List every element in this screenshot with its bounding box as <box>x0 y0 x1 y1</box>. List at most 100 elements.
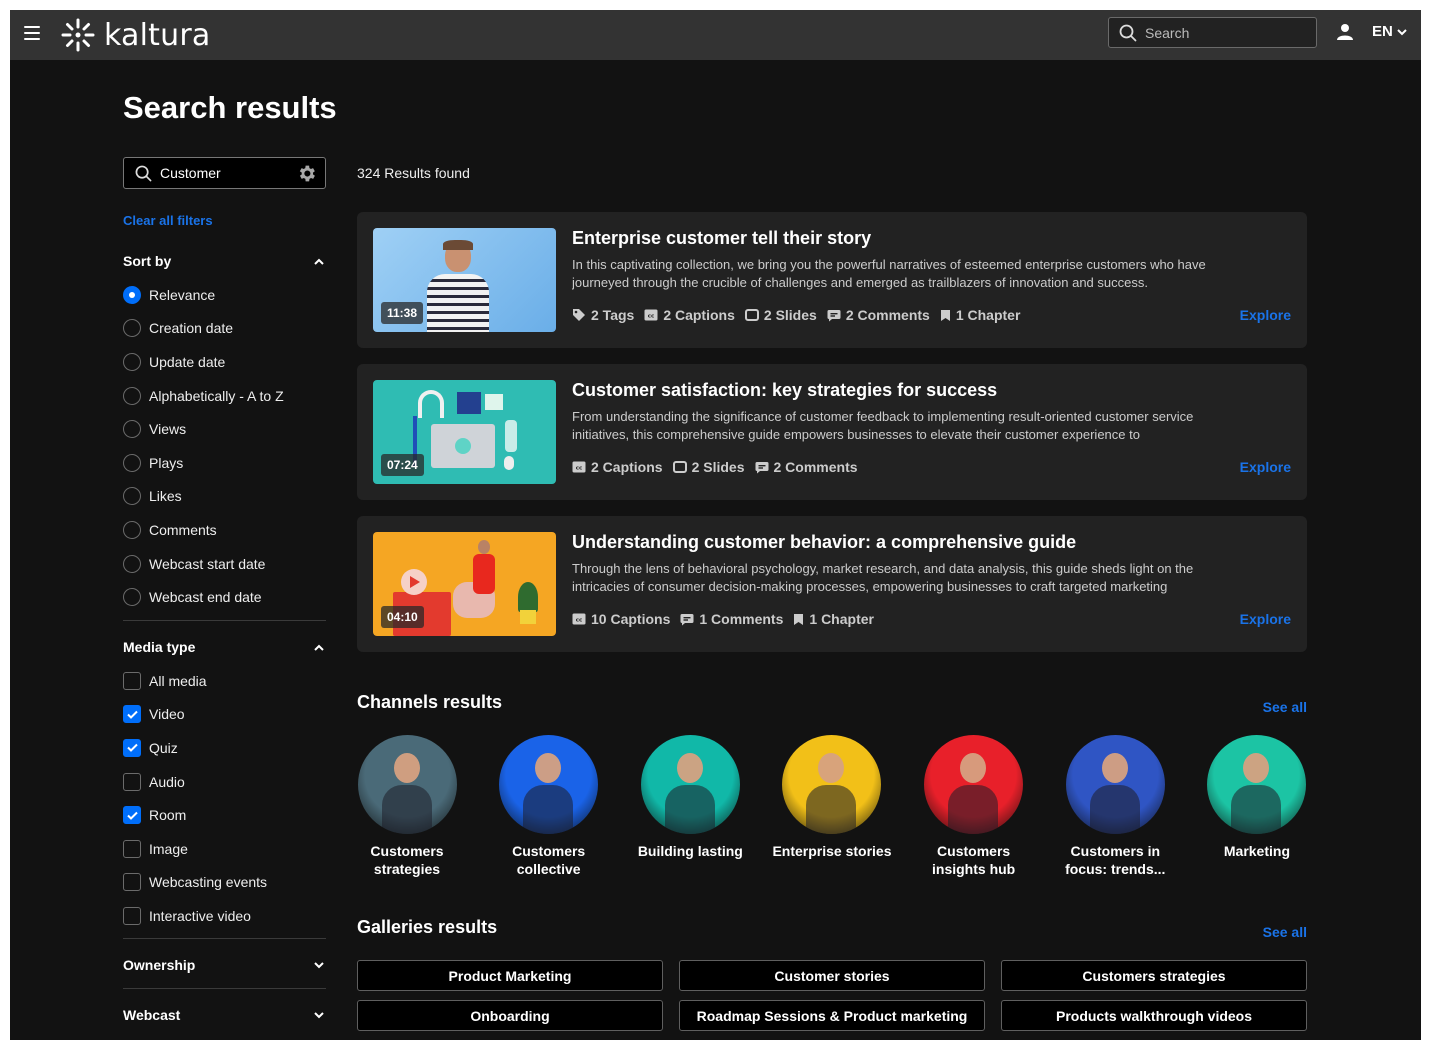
media-type-option-video[interactable]: Video <box>123 698 326 732</box>
media-type-option-webcasting-events[interactable]: Webcasting events <box>123 866 326 900</box>
radio[interactable] <box>123 453 141 472</box>
result-description: In this captivating collection, we bring… <box>572 257 1206 290</box>
radio[interactable] <box>123 554 141 573</box>
checkbox[interactable] <box>123 772 141 791</box>
sort-option-comments[interactable]: Comments <box>123 513 326 547</box>
media-type-option-all-media[interactable]: All media <box>123 664 326 698</box>
checkbox[interactable] <box>123 839 141 858</box>
channel-image[interactable] <box>924 735 1024 834</box>
sort-option-webcast-end[interactable]: Webcast end date <box>123 580 326 614</box>
channel-item[interactable]: Customers in focus: trends... <box>1065 735 1165 878</box>
result-title[interactable]: Understanding customer behavior: a compr… <box>572 532 1076 553</box>
media-type-option-image[interactable]: Image <box>123 832 326 866</box>
meta-slides[interactable]: 2 Slides <box>672 459 745 475</box>
language-selector[interactable]: EN <box>1372 23 1407 40</box>
sort-option-webcast-start[interactable]: Webcast start date <box>123 547 326 581</box>
global-search[interactable] <box>1108 17 1317 48</box>
ownership-header[interactable]: Ownership <box>123 955 326 975</box>
media-type-option-room[interactable]: Room <box>123 798 326 832</box>
explore-link[interactable]: Explore <box>1240 307 1291 323</box>
meta-chapter[interactable]: 1 Chapter <box>793 611 874 627</box>
radio[interactable] <box>123 520 141 539</box>
media-result-card[interactable]: 04:10 Understanding customer behavior: a … <box>357 516 1307 652</box>
sort-by-header[interactable]: Sort by <box>123 251 326 271</box>
checkbox-checked[interactable] <box>123 705 141 724</box>
filter-search-input[interactable] <box>160 165 290 181</box>
meta-text: 1 Chapter <box>809 611 874 627</box>
media-type-option-quiz[interactable]: Quiz <box>123 731 326 765</box>
checkbox[interactable] <box>123 873 141 892</box>
media-type-header[interactable]: Media type <box>123 637 326 657</box>
meta-tag[interactable]: 2 Tags <box>572 307 634 323</box>
channel-item[interactable]: Marketing <box>1207 735 1307 878</box>
gallery-button[interactable]: Roadmap Sessions & Product marketing <box>679 1000 985 1031</box>
sort-option-alphabetical[interactable]: Alphabetically - A to Z <box>123 379 326 413</box>
checkbox[interactable] <box>123 671 141 690</box>
meta-comments[interactable]: 1 Comments <box>680 611 783 627</box>
meta-comments[interactable]: 2 Comments <box>827 307 930 323</box>
sort-option-creation-date[interactable]: Creation date <box>123 312 326 346</box>
explore-link[interactable]: Explore <box>1240 459 1291 475</box>
chevron-down-icon <box>312 1008 326 1022</box>
radio[interactable] <box>123 386 141 405</box>
meta-captions[interactable]: cc 10 Captions <box>572 611 670 627</box>
sort-option-plays[interactable]: Plays <box>123 446 326 480</box>
radio[interactable] <box>123 319 141 338</box>
meta-chapter[interactable]: 1 Chapter <box>940 307 1020 323</box>
radio-selected[interactable] <box>123 285 141 304</box>
sort-option-likes[interactable]: Likes <box>123 480 326 514</box>
channel-image[interactable] <box>1207 735 1307 834</box>
channel-image[interactable] <box>782 735 882 834</box>
explore-link[interactable]: Explore <box>1240 611 1291 627</box>
kaltura-logo[interactable]: kaltura <box>60 17 210 53</box>
filter-search[interactable] <box>123 157 326 189</box>
result-title[interactable]: Enterprise customer tell their story <box>572 228 871 249</box>
media-result-card[interactable]: 11:38 Enterprise customer tell their stor… <box>357 212 1307 348</box>
sort-option-update-date[interactable]: Update date <box>123 345 326 379</box>
radio[interactable] <box>123 588 141 607</box>
sort-option-views[interactable]: Views <box>123 412 326 446</box>
channels-see-all-link[interactable]: See all <box>1263 699 1307 715</box>
user-icon[interactable] <box>1336 23 1354 46</box>
channel-image[interactable] <box>1065 735 1165 834</box>
media-result-card[interactable]: 07:24 Customer satisfaction: key strategi… <box>357 364 1307 500</box>
gallery-button[interactable]: Customers strategies <box>1001 960 1307 991</box>
clear-all-filters-link[interactable]: Clear all filters <box>123 213 213 228</box>
channel-image[interactable] <box>640 735 740 834</box>
meta-captions[interactable]: cc 2 Captions <box>644 307 735 323</box>
channel-item[interactable]: Customers collective <box>499 735 599 878</box>
webcast-header[interactable]: Webcast <box>123 1005 326 1025</box>
radio[interactable] <box>123 352 141 371</box>
meta-slides[interactable]: 2 Slides <box>744 307 817 323</box>
captions-icon: cc <box>644 309 658 321</box>
video-thumbnail[interactable]: 07:24 <box>373 380 556 484</box>
media-type-option-audio[interactable]: Audio <box>123 765 326 799</box>
gear-icon[interactable] <box>296 163 317 184</box>
meta-captions[interactable]: cc 2 Captions <box>572 459 663 475</box>
meta-comments[interactable]: 2 Comments <box>755 459 858 475</box>
result-title[interactable]: Customer satisfaction: key strategies fo… <box>572 380 997 401</box>
channel-item[interactable]: Customers strategies <box>357 735 457 878</box>
gallery-button[interactable]: Products walkthrough videos <box>1001 1000 1307 1031</box>
checkbox-checked[interactable] <box>123 806 141 825</box>
sort-option-relevance[interactable]: Relevance <box>123 278 326 312</box>
channel-image[interactable] <box>499 735 599 834</box>
gallery-button[interactable]: Customer stories <box>679 960 985 991</box>
menu-icon[interactable] <box>24 26 40 40</box>
media-type-option-interactive-video[interactable]: Interactive video <box>123 899 326 933</box>
radio[interactable] <box>123 420 141 439</box>
checkbox[interactable] <box>123 906 141 925</box>
global-search-input[interactable] <box>1145 24 1295 41</box>
channel-item[interactable]: Enterprise stories <box>772 735 892 878</box>
checkbox-checked[interactable] <box>123 738 141 757</box>
channel-image[interactable] <box>357 735 457 834</box>
video-thumbnail[interactable]: 04:10 <box>373 532 556 636</box>
channel-item[interactable]: Building lasting <box>638 735 743 878</box>
galleries-see-all-link[interactable]: See all <box>1263 924 1307 940</box>
gallery-button[interactable]: Product Marketing <box>357 960 663 991</box>
meta-text: 2 Captions <box>591 459 663 475</box>
channel-item[interactable]: Customers insights hub <box>924 735 1024 878</box>
gallery-button[interactable]: Onboarding <box>357 1000 663 1031</box>
radio[interactable] <box>123 487 141 506</box>
video-thumbnail[interactable]: 11:38 <box>373 228 556 332</box>
